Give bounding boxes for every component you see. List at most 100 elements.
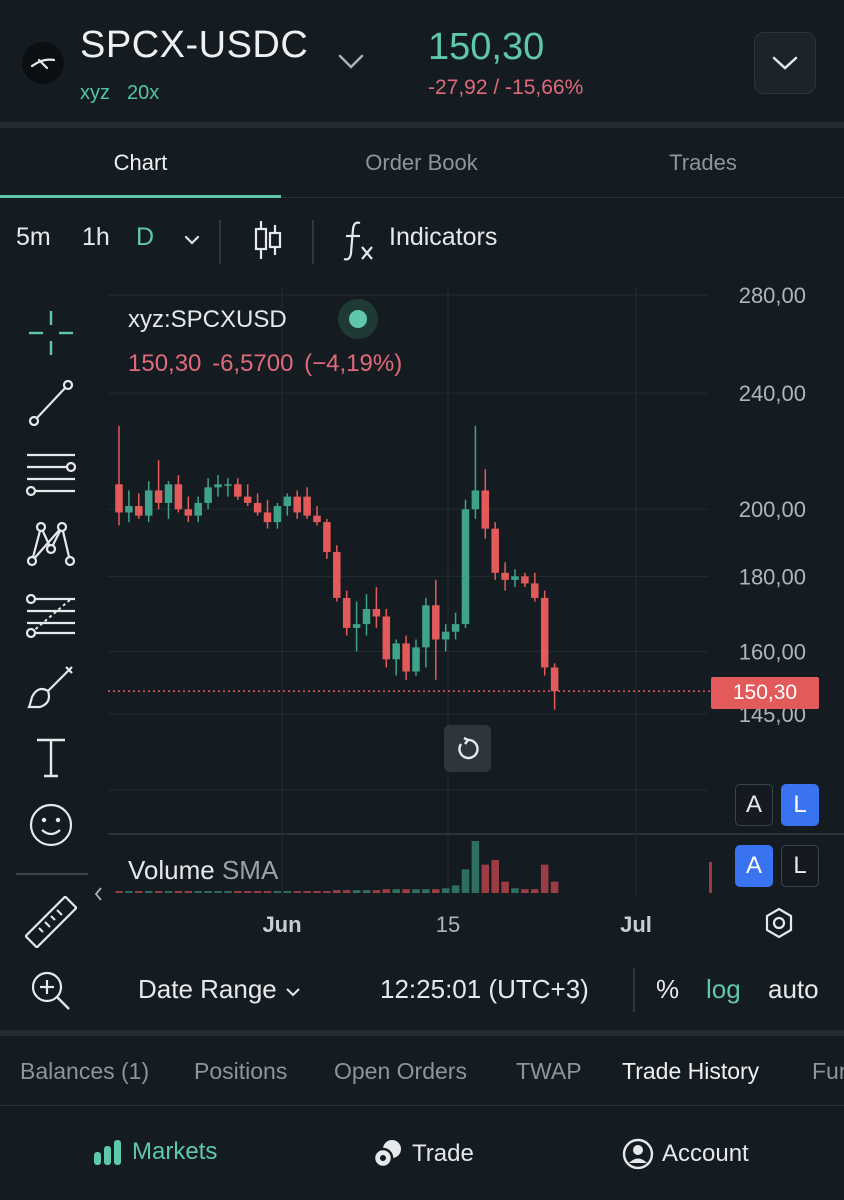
volume-bar xyxy=(461,869,470,893)
candle xyxy=(333,545,341,602)
volume-bar xyxy=(125,891,133,893)
nav-markets-label: Markets xyxy=(132,1138,218,1165)
candle-body xyxy=(342,597,351,628)
candle xyxy=(501,562,509,591)
nav-account-label: Account xyxy=(662,1140,749,1167)
candle-body xyxy=(382,616,391,660)
candle xyxy=(412,639,420,676)
volume-bar xyxy=(174,891,183,893)
volume-bar xyxy=(253,891,262,893)
candle xyxy=(382,608,391,668)
candle-body xyxy=(243,496,252,503)
volume-bar xyxy=(392,889,400,893)
volume-bar xyxy=(550,881,559,893)
log-scale-button-volume[interactable]: L xyxy=(781,845,819,887)
volume-bar xyxy=(243,891,252,893)
price-chart[interactable]: 280,00240,00200,00180,00160,00145,00 Jun… xyxy=(0,0,844,960)
legend-close: 150,30 xyxy=(128,350,202,377)
zoom-tool[interactable] xyxy=(24,964,78,1018)
candle-body xyxy=(263,512,272,523)
nav-trade-label: Trade xyxy=(412,1140,474,1167)
tab-trade-history[interactable]: Trade History xyxy=(622,1058,759,1085)
volume-bar xyxy=(352,890,361,893)
x-axis-tick-label: Jul xyxy=(620,912,652,937)
volume-bar xyxy=(511,888,519,893)
tab-funding[interactable]: Fun xyxy=(812,1058,844,1085)
volume-bar xyxy=(342,890,351,893)
candle-body xyxy=(135,506,143,516)
candle xyxy=(422,597,430,668)
auto-scale-toggle[interactable]: auto xyxy=(768,974,819,1005)
nav-trade[interactable]: Trade xyxy=(372,1138,474,1170)
volume-bar xyxy=(471,841,480,893)
candle-body xyxy=(392,643,400,660)
candle-body xyxy=(352,624,361,628)
candle-body xyxy=(164,484,173,503)
zoom-in-icon xyxy=(31,971,70,1010)
x-axis-tick-label: 15 xyxy=(436,912,460,937)
legend-change-abs: -6,5700 xyxy=(212,350,294,377)
reset-icon xyxy=(457,736,479,759)
candle xyxy=(253,493,262,516)
percent-scale-toggle[interactable]: % xyxy=(656,974,679,1005)
candle xyxy=(184,496,193,523)
volume-bar xyxy=(224,891,232,893)
date-range-label: Date Range xyxy=(138,974,277,1004)
candle-body xyxy=(293,496,301,513)
candle xyxy=(323,518,331,559)
candle xyxy=(144,481,153,523)
candle-body xyxy=(333,552,341,598)
candle xyxy=(243,484,252,507)
tab-open-orders[interactable]: Open Orders xyxy=(334,1058,467,1085)
volume-bar xyxy=(135,891,143,893)
volume-bar xyxy=(194,891,202,893)
candle xyxy=(511,569,519,588)
candle xyxy=(273,502,282,529)
reset-chart-button[interactable] xyxy=(444,725,491,772)
candle xyxy=(531,572,539,602)
volume-bar xyxy=(313,891,321,893)
tab-twap[interactable]: TWAP xyxy=(516,1058,582,1085)
volume-sma-label: SMA xyxy=(221,855,279,885)
volume-bar xyxy=(154,891,163,893)
volume-bar xyxy=(540,864,549,893)
candle xyxy=(135,493,143,519)
candle xyxy=(461,499,470,628)
volume-bar xyxy=(144,891,153,893)
candle-body xyxy=(540,597,549,668)
market-status-dot-icon xyxy=(338,299,378,339)
nav-account[interactable]: Account xyxy=(622,1138,749,1170)
candle-body xyxy=(125,506,133,513)
candle xyxy=(174,475,183,513)
date-range-button[interactable]: Date Range xyxy=(138,974,302,1005)
x-axis-tick-label: Jun xyxy=(262,912,301,937)
tab-positions[interactable]: Positions xyxy=(194,1058,287,1085)
y-axis-tick-label: 240,00 xyxy=(739,381,806,406)
last-price-tag: 150,30 xyxy=(711,677,819,709)
nav-markets[interactable]: Markets xyxy=(92,1138,217,1166)
candle-body xyxy=(491,528,499,573)
auto-scale-button-volume[interactable]: A xyxy=(735,845,773,887)
collapse-chevron-left-icon[interactable] xyxy=(94,886,104,902)
auto-scale-button-price[interactable]: A xyxy=(735,784,773,826)
candle xyxy=(194,496,202,523)
volume-bar xyxy=(283,891,292,893)
clock-timezone[interactable]: 12:25:01 (UTC+3) xyxy=(380,974,589,1005)
log-scale-button-price[interactable]: L xyxy=(781,784,819,826)
tab-balances[interactable]: Balances (1) xyxy=(20,1058,149,1085)
volume-bar xyxy=(422,889,430,893)
candle xyxy=(362,594,371,636)
log-scale-toggle[interactable]: log xyxy=(706,974,741,1005)
app-root: SPCX-USDC xyz 20x 150,30 -27,92 / -15,66… xyxy=(0,0,844,1200)
candle-body xyxy=(194,502,202,516)
candle-body xyxy=(432,605,440,640)
volume-bar xyxy=(481,864,490,893)
candle-body xyxy=(481,490,490,529)
volume-bar xyxy=(184,891,193,893)
candle xyxy=(521,572,529,588)
candle-body xyxy=(273,506,282,523)
candle-body xyxy=(422,605,430,648)
markets-bars-icon xyxy=(94,1140,121,1165)
volume-bar xyxy=(234,891,242,893)
chart-settings-gear-icon[interactable] xyxy=(762,906,796,940)
